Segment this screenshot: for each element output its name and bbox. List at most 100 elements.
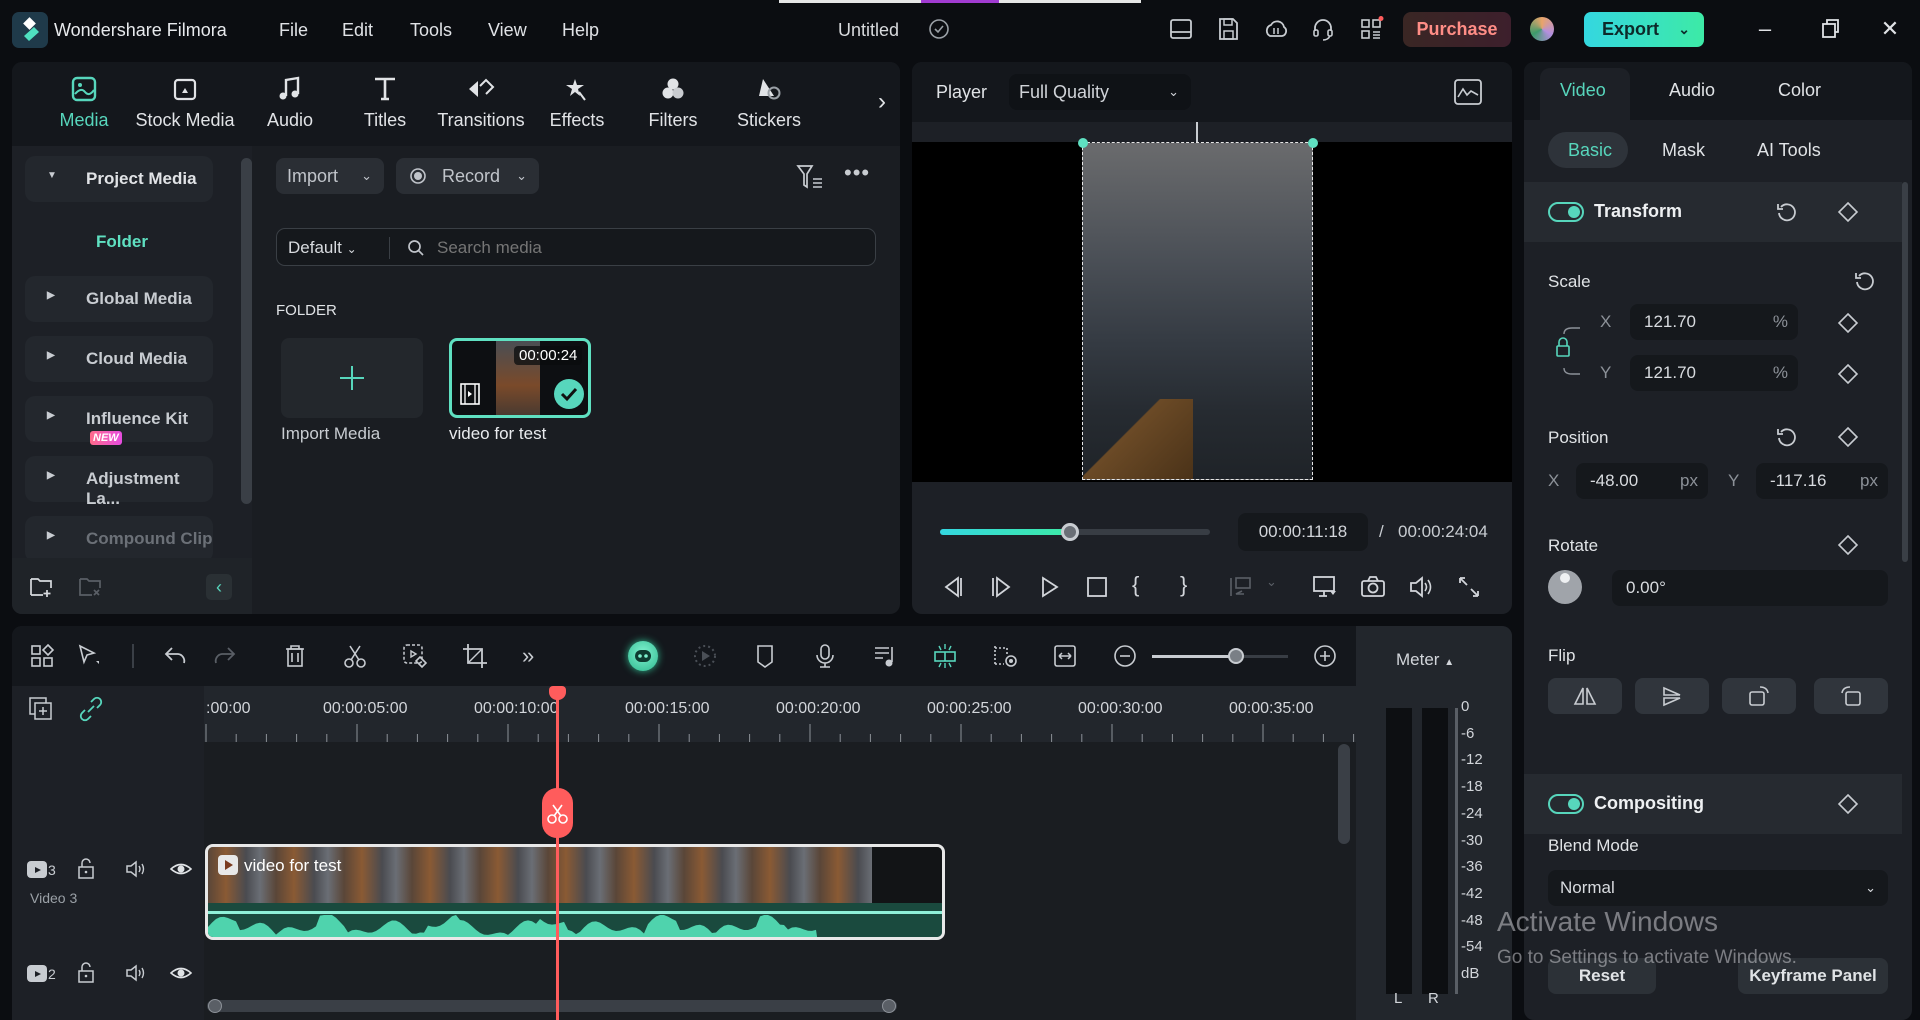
minimize-icon[interactable]: – [1750, 14, 1780, 44]
mute-track-icon[interactable] [125, 858, 147, 880]
chevron-down-icon[interactable]: ⌄ [1678, 12, 1690, 47]
next-frame-icon[interactable] [988, 574, 1014, 600]
new-folder-icon[interactable] [29, 574, 53, 598]
tab-effects[interactable]: Effects [527, 74, 627, 131]
reset-icon[interactable] [1776, 426, 1798, 448]
menu-file[interactable]: File [279, 20, 308, 41]
flip-vertical-button[interactable] [1635, 678, 1709, 714]
filter-sort-icon[interactable] [796, 164, 824, 190]
subtab-ai-tools[interactable]: AI Tools [1757, 140, 1821, 161]
playhead[interactable] [556, 686, 559, 1020]
current-time[interactable]: 00:00:11:18 [1238, 513, 1368, 551]
keyframe-diamond-icon[interactable] [1837, 201, 1859, 223]
tab-video[interactable]: Video [1560, 80, 1606, 101]
import-media-tile[interactable] [281, 338, 423, 418]
audio-list-icon[interactable] [872, 643, 898, 669]
collapse-sidebar-button[interactable]: ‹ [206, 574, 232, 600]
subtab-basic[interactable]: Basic [1568, 140, 1612, 161]
sidebar-item-adjustment-layer[interactable]: ▶ Adjustment La... [25, 456, 213, 508]
link-icon[interactable] [78, 696, 104, 722]
fit-timeline-icon[interactable] [1052, 643, 1078, 669]
export-button[interactable]: Export ⌄ [1584, 12, 1704, 47]
undo-icon[interactable] [163, 643, 189, 669]
sort-dropdown[interactable]: Default ⌄ [288, 238, 357, 258]
tab-titles[interactable]: Titles [335, 74, 435, 131]
headset-icon[interactable] [1310, 16, 1336, 42]
keyframe-diamond-icon[interactable] [1837, 793, 1859, 815]
sidebar-item-global-media[interactable]: ▶ Global Media [25, 276, 213, 322]
lock-icon[interactable] [76, 858, 96, 880]
reset-icon[interactable] [1776, 201, 1798, 223]
snapshot-icon[interactable] [1360, 574, 1386, 600]
zoom-slider-knob[interactable] [1228, 648, 1244, 664]
delete-icon[interactable] [282, 643, 308, 669]
timeline-ruler[interactable]: :00:00 00:00:05:00 00:00:10:00 00:00:15:… [204, 686, 1356, 742]
rotate-field[interactable]: 0.00° [1612, 570, 1888, 606]
fullscreen-icon[interactable] [1456, 574, 1482, 600]
select-tool-icon[interactable] [76, 643, 102, 669]
user-avatar[interactable] [1530, 17, 1554, 41]
keyframe-diamond-icon[interactable] [1837, 426, 1859, 448]
tab-audio[interactable]: Audio [240, 74, 340, 131]
reset-icon[interactable] [1854, 270, 1876, 292]
voiceover-mic-icon[interactable] [812, 643, 838, 669]
scale-y-field[interactable]: 121.70% [1630, 355, 1798, 391]
tab-stock-media[interactable]: Stock Media [135, 74, 235, 131]
close-icon[interactable]: ✕ [1875, 14, 1905, 44]
mute-track-icon[interactable] [125, 962, 147, 984]
timeline-clip[interactable]: video for test [205, 844, 945, 940]
visibility-eye-icon[interactable] [170, 858, 192, 880]
tab-audio-props[interactable]: Audio [1669, 80, 1715, 101]
zoom-out-icon[interactable] [1112, 643, 1138, 669]
insert-clip-icon[interactable] [1228, 574, 1254, 600]
apps-icon[interactable] [1358, 16, 1384, 42]
keyframe-diamond-icon[interactable] [1837, 363, 1859, 385]
tab-stickers[interactable]: Stickers [719, 74, 819, 131]
sidebar-item-compound-clip[interactable]: ▶ Compound Clip [25, 516, 213, 562]
delete-folder-icon[interactable] [78, 574, 102, 598]
menu-help[interactable]: Help [562, 20, 599, 41]
menu-tools[interactable]: Tools [410, 20, 452, 41]
more-options-icon[interactable]: ••• [844, 160, 870, 186]
sidebar-item-influence-kit[interactable]: ▶ Influence KitNEW [25, 396, 213, 445]
flip-horizontal-button[interactable] [1548, 678, 1622, 714]
timeline-vertical-scrollbar[interactable] [1338, 744, 1350, 844]
scrubber-knob[interactable] [1060, 523, 1079, 541]
resize-handle[interactable] [1078, 138, 1088, 148]
redo-icon[interactable] [211, 643, 237, 669]
record-dropdown[interactable]: Record ⌄ [396, 158, 539, 194]
subtab-mask[interactable]: Mask [1662, 140, 1705, 161]
rotate-counterclockwise-button[interactable] [1814, 678, 1888, 714]
rotate-dial[interactable] [1548, 570, 1582, 604]
preview-render-icon[interactable] [992, 643, 1018, 669]
compositing-toggle[interactable] [1548, 794, 1584, 814]
ai-assistant-icon[interactable] [628, 641, 658, 671]
save-icon[interactable] [1215, 16, 1241, 42]
tab-media[interactable]: Media [34, 74, 134, 131]
previous-frame-icon[interactable] [940, 574, 966, 600]
visibility-eye-icon[interactable] [170, 962, 192, 984]
split-at-playhead-button[interactable] [542, 788, 573, 838]
crop-icon[interactable] [462, 643, 488, 669]
meter-toggle[interactable]: Meter ▲ [1396, 650, 1454, 670]
lock-icon[interactable] [76, 962, 96, 984]
properties-scrollbar[interactable] [1902, 182, 1908, 562]
layout-icon[interactable] [1168, 16, 1194, 42]
restore-icon[interactable] [1815, 14, 1845, 44]
aspect-lock-icon[interactable] [1554, 320, 1590, 380]
mark-out-icon[interactable]: } [1180, 572, 1206, 598]
auto-render-icon[interactable] [692, 643, 718, 669]
quality-dropdown[interactable]: Full Quality ⌄ [1009, 74, 1191, 110]
purchase-button[interactable]: Purchase [1403, 12, 1511, 47]
tab-transitions[interactable]: Transitions [431, 74, 531, 131]
split-scissors-icon[interactable] [342, 643, 368, 669]
chevron-down-icon[interactable]: ⌄ [1266, 574, 1292, 600]
stop-icon[interactable] [1084, 574, 1110, 600]
playback-scrubber[interactable] [940, 523, 1210, 541]
mark-in-icon[interactable]: { [1132, 572, 1158, 598]
more-tools-icon[interactable]: » [522, 643, 548, 669]
timeline-zoom-slider[interactable] [1152, 648, 1288, 664]
position-y-field[interactable]: -117.16 px [1756, 463, 1888, 499]
zoom-in-icon[interactable] [1312, 643, 1338, 669]
resize-handle[interactable] [1308, 138, 1318, 148]
